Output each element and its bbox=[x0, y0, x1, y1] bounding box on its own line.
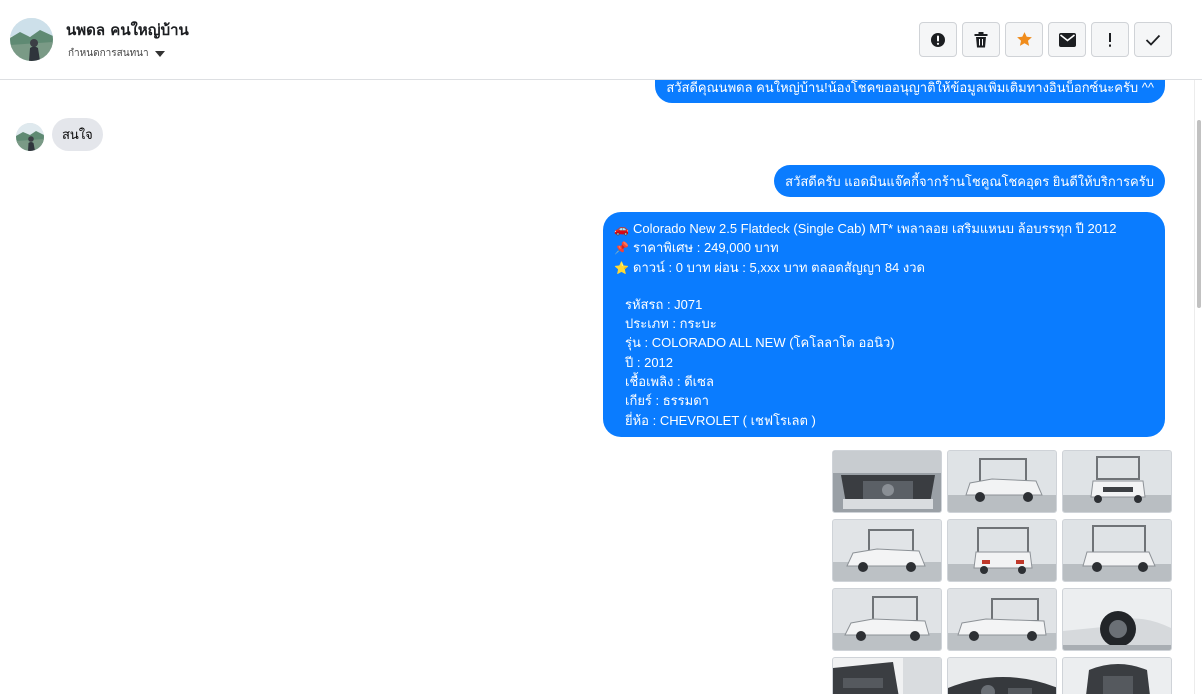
pin-emoji: 📌 bbox=[614, 241, 629, 256]
photo-image bbox=[1063, 451, 1171, 512]
envelope-icon bbox=[1058, 32, 1076, 47]
star-button[interactable] bbox=[1005, 22, 1043, 57]
star-emoji: ⭐ bbox=[614, 260, 629, 275]
mark-unread-button[interactable] bbox=[1048, 22, 1086, 57]
car-title-line: 🚗 Colorado New 2.5 Flatdeck (Single Cab) … bbox=[614, 219, 1154, 238]
star-icon bbox=[1016, 32, 1032, 46]
sender-avatar bbox=[16, 123, 44, 151]
check-icon bbox=[1145, 34, 1161, 46]
inbox-conversation-view: นพดล คนใหญ่บ้าน กำหนดการสนทนา สวัสดีคุณน… bbox=[0, 0, 1202, 694]
gallery-photo-rear[interactable] bbox=[947, 519, 1057, 582]
conversation-actions bbox=[919, 22, 1172, 57]
photo-image bbox=[948, 451, 1056, 512]
gallery-photo-rear-right[interactable] bbox=[1062, 519, 1172, 582]
exclamation-icon bbox=[1109, 32, 1111, 47]
gallery-photo-engine-bay[interactable] bbox=[832, 450, 942, 513]
car-price: ราคาพิเศษ : 249,000 บาท bbox=[633, 240, 779, 256]
gallery-photo-interior-seat[interactable] bbox=[1062, 657, 1172, 694]
scrollbar-thumb[interactable] bbox=[1197, 120, 1201, 308]
gallery-photo-interior-dash[interactable] bbox=[947, 657, 1057, 694]
caret-down-icon bbox=[154, 50, 165, 57]
photo-image bbox=[1063, 520, 1171, 581]
alert-circle-icon bbox=[931, 32, 945, 47]
photo-image bbox=[948, 658, 1056, 694]
conversation-header: นพดล คนใหญ่บ้าน กำหนดการสนทนา bbox=[0, 0, 1202, 80]
message-text: สนใจ bbox=[62, 127, 93, 142]
photo-image bbox=[833, 658, 941, 694]
photo-image bbox=[1063, 589, 1171, 650]
gallery-photo-front[interactable] bbox=[1062, 450, 1172, 513]
contact-avatar[interactable] bbox=[10, 18, 53, 61]
car-type: ประเภท : กระบะ bbox=[625, 316, 717, 332]
car-emoji: 🚗 bbox=[614, 222, 629, 236]
photo-gallery bbox=[832, 450, 1172, 694]
message-text: สวัสดีครับ แอดมินแจ๊คกี้จากร้านโชคูณโชคอ… bbox=[785, 174, 1154, 189]
photo-image bbox=[833, 589, 941, 650]
photo-image bbox=[1063, 658, 1171, 694]
outgoing-message: สวัสดีคุณนพดล คนใหญ่บ้าน!น้องโชคขออนุญาต… bbox=[655, 80, 1165, 103]
message-list[interactable]: สวัสดีคุณนพดล คนใหญ่บ้าน!น้องโชคขออนุญาต… bbox=[0, 80, 1194, 694]
car-year: ปี : 2012 bbox=[625, 354, 674, 370]
car-price-line: 📌 ราคาพิเศษ : 249,000 บาท bbox=[614, 238, 1154, 257]
incoming-message: สนใจ bbox=[52, 118, 103, 151]
trash-icon bbox=[974, 31, 988, 47]
done-button[interactable] bbox=[1134, 22, 1172, 57]
message-text: สวัสดีคุณนพดล คนใหญ่บ้าน!น้องโชคขออนุญาต… bbox=[666, 80, 1154, 95]
photo-image bbox=[833, 451, 941, 512]
car-title: Colorado New 2.5 Flatdeck (Single Cab) M… bbox=[633, 221, 1117, 236]
outgoing-message: สวัสดีครับ แอดมินแจ๊คกี้จากร้านโชคูณโชคอ… bbox=[774, 165, 1165, 197]
car-model: รุ่น : COLORADO ALL NEW (โคโลลาโด ออนิว) bbox=[625, 335, 895, 351]
photo-image bbox=[833, 520, 941, 581]
car-brand: ยี่ห้อ : CHEVROLET ( เชฟโรเลต ) bbox=[625, 412, 816, 428]
photo-image bbox=[948, 589, 1056, 650]
car-down-payment: ดาวน์ : 0 บาท ผ่อน : 5,xxx บาท ตลอดสัญญา… bbox=[633, 259, 925, 275]
gallery-photo-wheel-closeup[interactable] bbox=[1062, 588, 1172, 651]
gallery-photo-left-profile[interactable] bbox=[947, 588, 1057, 651]
conversation-label-text: กำหนดการสนทนา bbox=[68, 48, 149, 59]
contact-name: นพดล คนใหญ่บ้าน bbox=[66, 21, 189, 39]
car-details-message: 🚗 Colorado New 2.5 Flatdeck (Single Cab) … bbox=[603, 212, 1165, 437]
gallery-photo-interior-door[interactable] bbox=[832, 657, 942, 694]
car-code: รหัสรถ : J071 bbox=[625, 296, 703, 312]
gallery-photo-front-left[interactable] bbox=[947, 450, 1057, 513]
gallery-photo-front-left-2[interactable] bbox=[832, 519, 942, 582]
car-down-line: ⭐ ดาวน์ : 0 บาท ผ่อน : 5,xxx บาท ตลอดสัญญ… bbox=[614, 258, 1154, 277]
photo-image bbox=[948, 520, 1056, 581]
car-fuel: เชื้อเพลิง : ดีเซล bbox=[625, 374, 714, 390]
important-button[interactable] bbox=[1091, 22, 1129, 57]
gallery-photo-left-side[interactable] bbox=[832, 588, 942, 651]
car-gear: เกียร์ : ธรรมดา bbox=[625, 393, 709, 409]
report-button[interactable] bbox=[919, 22, 957, 57]
conversation-label-dropdown[interactable]: กำหนดการสนทนา bbox=[68, 46, 165, 61]
delete-button[interactable] bbox=[962, 22, 1000, 57]
